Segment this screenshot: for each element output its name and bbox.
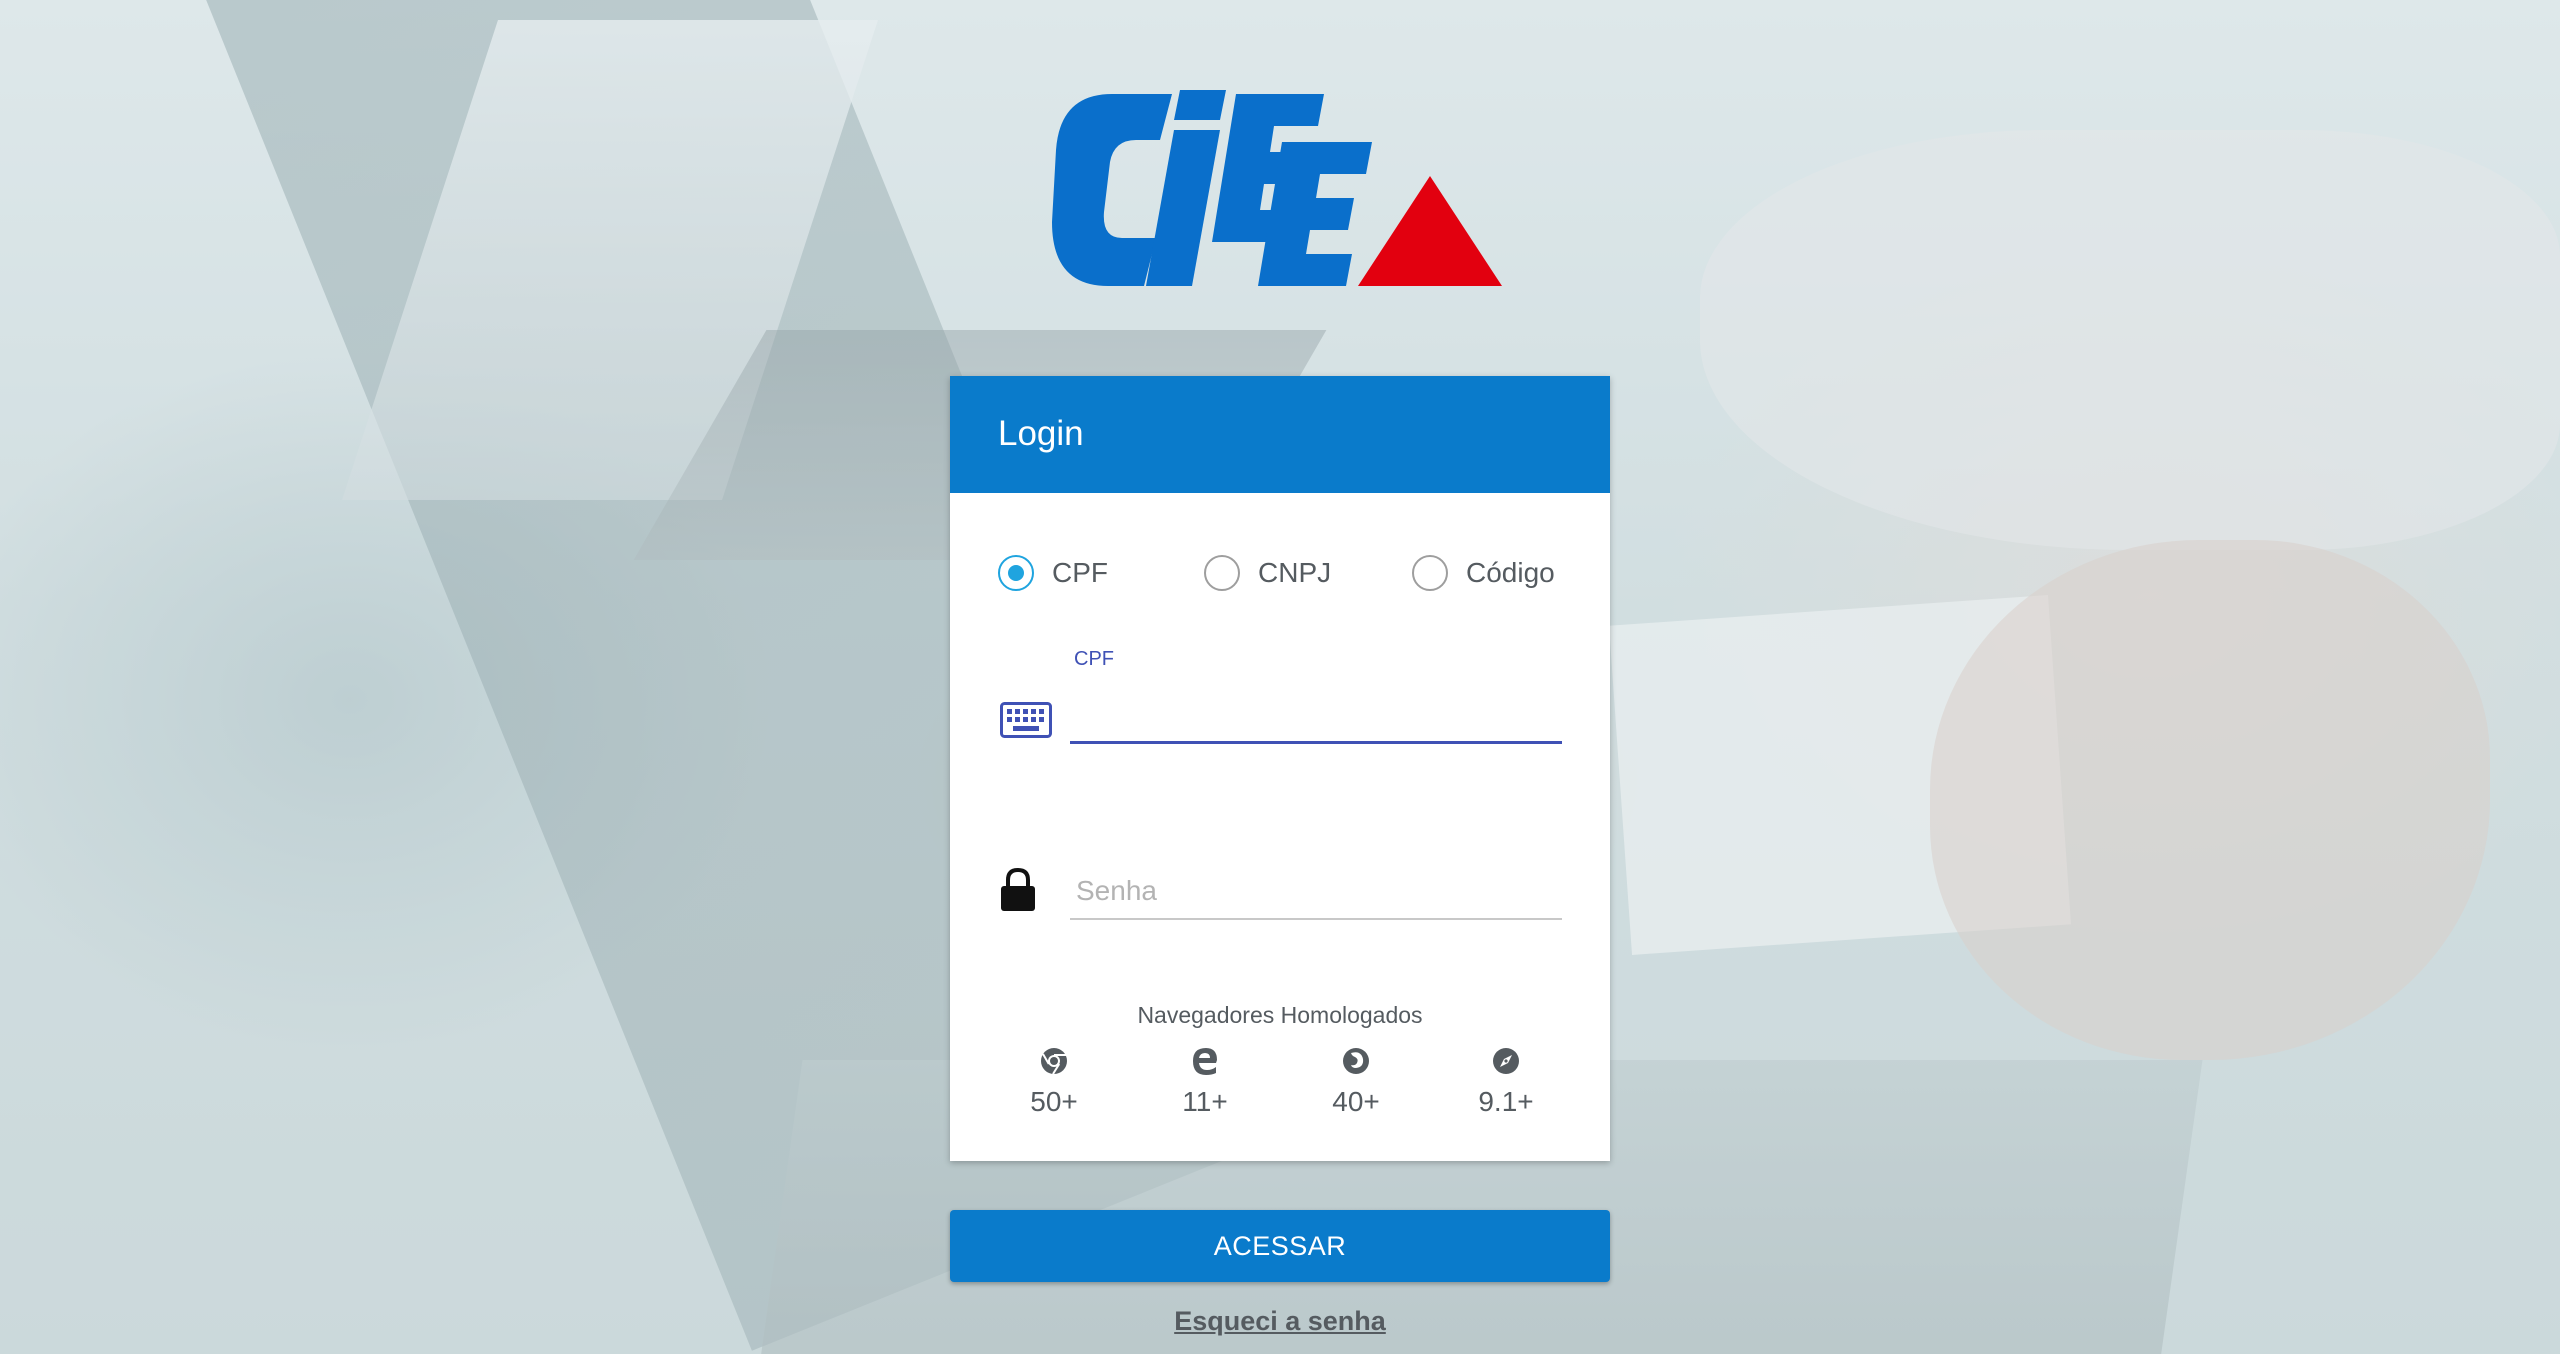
login-card: Login CPF CNPJ Código CPF Navegadores Ho…: [950, 376, 1610, 1161]
cpf-field-label: CPF: [1074, 648, 1114, 670]
login-card-header: Login: [950, 376, 1610, 493]
radio-label-codigo: Código: [1466, 557, 1555, 588]
radio-option-cpf[interactable]: CPF: [998, 552, 1108, 594]
browser-safari: 9.1+: [1446, 1046, 1566, 1118]
logo-letter-i-dot: [1174, 90, 1226, 120]
safari-icon: [1493, 1048, 1519, 1074]
logo-red-triangle: [1358, 176, 1502, 286]
chrome-version: 50+: [1030, 1086, 1078, 1117]
firefox-version: 40+: [1332, 1086, 1380, 1117]
logo-letter-i: [1146, 130, 1220, 286]
login-title: Login: [998, 414, 1084, 453]
supported-browsers-title: Navegadores Homologados: [1137, 1002, 1423, 1028]
edge-icon: [1193, 1048, 1217, 1075]
browser-firefox: 40+: [1296, 1046, 1416, 1118]
forgot-password-link[interactable]: Esqueci a senha: [950, 1306, 1610, 1337]
radio-option-cnpj[interactable]: CNPJ: [1204, 552, 1331, 594]
radio-option-codigo[interactable]: Código: [1412, 552, 1555, 594]
firefox-icon: [1343, 1048, 1369, 1074]
radio-button-cnpj[interactable]: [1204, 555, 1240, 591]
edge-version: 11+: [1182, 1086, 1228, 1117]
access-button[interactable]: ACESSAR: [950, 1210, 1610, 1282]
radio-button-codigo[interactable]: [1412, 555, 1448, 591]
radio-button-cpf[interactable]: [998, 555, 1034, 591]
chrome-icon: [1041, 1048, 1067, 1075]
radio-label-cnpj: CNPJ: [1258, 557, 1332, 588]
ciee-logo: [1052, 90, 1504, 290]
browser-edge: 11+: [1145, 1046, 1265, 1118]
browser-chrome: 50+: [994, 1046, 1114, 1118]
keyboard-icon: [1000, 702, 1052, 738]
safari-version: 9.1+: [1478, 1086, 1534, 1117]
password-input[interactable]: [1070, 864, 1562, 920]
radio-label-cpf: CPF: [1052, 557, 1108, 588]
ciee-logo-graphic: [1052, 90, 1502, 286]
lock-icon: [1001, 868, 1035, 911]
cpf-input[interactable]: [1070, 688, 1562, 744]
